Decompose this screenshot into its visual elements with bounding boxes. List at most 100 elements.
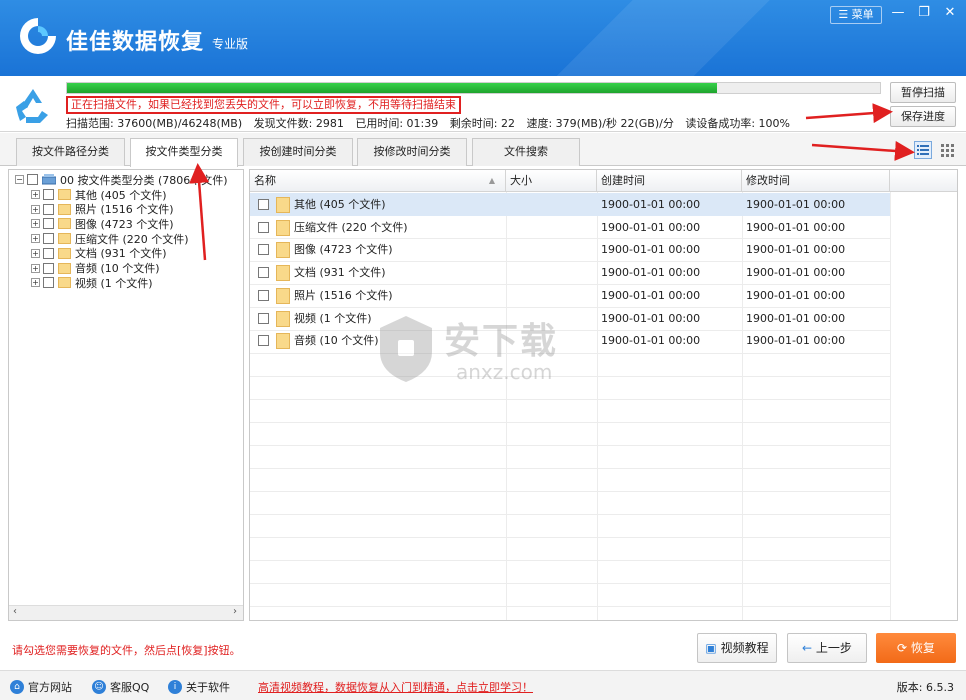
folder-icon — [276, 219, 290, 236]
row-modified: 1900-01-01 00:00 — [746, 311, 846, 325]
row-checkbox[interactable] — [258, 221, 269, 233]
success-rate: 读设备成功率: 100% — [685, 117, 790, 130]
row-divider — [250, 606, 890, 607]
recover-button[interactable]: ⟳ 恢复 — [876, 633, 956, 663]
restore-button[interactable]: ❐ — [914, 5, 934, 20]
save-progress-button[interactable]: 保存进度 — [890, 106, 956, 127]
row-created: 1900-01-01 00:00 — [601, 334, 701, 348]
tree-root-checkbox[interactable] — [27, 174, 38, 185]
tab-by-type[interactable]: 按文件类型分类 — [130, 138, 238, 167]
row-modified: 1900-01-01 00:00 — [746, 334, 846, 348]
table-row[interactable]: 压缩文件 (220 个文件) 1900-01-01 00:00 1900-01-01… — [250, 216, 890, 239]
row-created: 1900-01-01 00:00 — [601, 243, 701, 257]
table-row[interactable]: 照片 (1516 个文件) 1900-01-01 00:00 1900-01-01 … — [250, 284, 890, 307]
scroll-left-arrow[interactable]: ‹ — [13, 606, 17, 617]
watermark-shield-icon — [380, 316, 432, 382]
tree-item[interactable]: + 文档 (931 个文件) — [31, 246, 167, 261]
official-site-link[interactable]: ⌂ 官方网站 — [10, 679, 72, 695]
row-checkbox[interactable] — [258, 244, 269, 256]
video-tutorial-button[interactable]: ▣ 视频教程 — [697, 633, 777, 663]
app-title: 佳佳数据恢复 — [66, 30, 205, 55]
tab-by-path[interactable]: 按文件路径分类 — [16, 138, 125, 166]
tree-horizontal-scrollbar[interactable]: ‹ › — [9, 605, 243, 620]
table-row[interactable]: 其他 (405 个文件) 1900-01-01 00:00 1900-01-01 0… — [250, 193, 890, 216]
column-name[interactable]: 名称 ▲ — [250, 170, 506, 192]
row-divider — [250, 399, 890, 400]
tree-root[interactable]: − 00 按文件类型分类 (7806个文件) — [15, 172, 228, 187]
tree-item[interactable]: + 压缩文件 (220 个文件) — [31, 231, 189, 246]
back-arrow-icon: ← — [802, 641, 816, 655]
tree-item[interactable]: + 其他 (405 个文件) — [31, 187, 167, 202]
row-modified: 1900-01-01 00:00 — [746, 198, 846, 211]
tree-item[interactable]: + 视频 (1 个文件) — [31, 275, 153, 290]
tree-item-checkbox[interactable] — [43, 277, 54, 289]
promo-link[interactable]: 高清视频教程，数据恢复从入门到精通，点击立即学习！ — [258, 679, 533, 695]
support-qq-link[interactable]: ☺ 客服QQ — [92, 679, 149, 695]
table-row[interactable]: 图像 (4723 个文件) 1900-01-01 00:00 1900-01-01 … — [250, 238, 890, 261]
tree-item-checkbox[interactable] — [43, 233, 54, 245]
row-created: 1900-01-01 00:00 — [601, 266, 701, 280]
folder-icon — [58, 218, 71, 230]
minimize-button[interactable]: — — [888, 5, 908, 20]
table-row[interactable]: 文档 (931 个文件) 1900-01-01 00:00 1900-01-01 0… — [250, 261, 890, 284]
expand-icon[interactable]: + — [31, 248, 40, 258]
video-tutorial-label: 视频教程 — [720, 641, 769, 655]
title-bar: 佳佳数据恢复 专业版 ☰ 菜单 — ❐ ✕ — [0, 0, 966, 76]
video-icon: ▣ — [705, 641, 721, 655]
row-checkbox[interactable] — [258, 312, 269, 324]
tree-item-checkbox[interactable] — [43, 247, 54, 259]
row-checkbox[interactable] — [258, 289, 269, 301]
expand-icon[interactable]: + — [31, 278, 40, 288]
column-size[interactable]: 大小 — [506, 170, 597, 192]
folder-icon — [58, 203, 71, 215]
tree-item-checkbox[interactable] — [43, 189, 54, 200]
folder-icon — [58, 189, 71, 200]
row-divider — [250, 514, 890, 515]
folder-icon — [58, 277, 71, 289]
collapse-icon[interactable]: − — [15, 175, 24, 184]
tree-root-label: 00 按文件类型分类 (7806个文件) — [60, 173, 228, 187]
expand-icon[interactable]: + — [31, 204, 40, 214]
expand-icon[interactable]: + — [31, 234, 40, 244]
expand-icon[interactable]: + — [31, 219, 40, 229]
row-checkbox[interactable] — [258, 335, 269, 347]
folder-icon — [276, 310, 290, 327]
folder-icon — [276, 242, 290, 259]
title-decoration — [496, 0, 876, 76]
close-button[interactable]: ✕ — [940, 5, 960, 20]
list-header: 名称 ▲ 大小 创建时间 修改时间 — [250, 170, 957, 192]
row-divider — [250, 468, 890, 469]
scan-message: 正在扫描文件，如果已经找到您丢失的文件，可以立即恢复，不用等待扫描结束 — [66, 96, 461, 114]
back-button[interactable]: ← 上一步 — [787, 633, 867, 663]
scan-progress-bar — [66, 82, 881, 94]
row-checkbox[interactable] — [258, 267, 269, 279]
row-divider — [250, 537, 890, 538]
column-created[interactable]: 创建时间 — [597, 170, 742, 192]
tree-item[interactable]: + 音频 (10 个文件) — [31, 261, 160, 276]
tab-search[interactable]: 文件搜索 — [472, 138, 580, 166]
app-edition: 专业版 — [212, 37, 249, 51]
column-modified[interactable]: 修改时间 — [742, 170, 890, 192]
grid-view-icon[interactable] — [938, 141, 956, 159]
expand-icon[interactable]: + — [31, 263, 40, 273]
category-tree: − 00 按文件类型分类 (7806个文件) + 其他 (405 个文件) + 照片 … — [8, 169, 244, 621]
tab-by-created[interactable]: 按创建时间分类 — [243, 138, 353, 166]
tree-item-checkbox[interactable] — [43, 262, 54, 274]
tree-item[interactable]: + 图像 (4723 个文件) — [31, 216, 174, 231]
menu-button[interactable]: ☰ 菜单 — [830, 6, 882, 24]
row-name: 照片 (1516 个文件) — [294, 288, 393, 302]
row-created: 1900-01-01 00:00 — [601, 220, 701, 234]
tab-by-modified[interactable]: 按修改时间分类 — [357, 138, 467, 166]
scroll-right-arrow[interactable]: › — [233, 606, 237, 617]
row-checkbox[interactable] — [258, 199, 269, 210]
tree-item-checkbox[interactable] — [43, 218, 54, 230]
tree-item-checkbox[interactable] — [43, 203, 54, 215]
tree-item[interactable]: + 照片 (1516 个文件) — [31, 202, 174, 217]
tree-item-label: 音频 (10 个文件) — [75, 262, 160, 275]
expand-icon[interactable]: + — [31, 190, 40, 199]
pause-scan-button[interactable]: 暂停扫描 — [890, 82, 956, 103]
about-link[interactable]: i 关于软件 — [168, 679, 230, 695]
row-name: 文档 (931 个文件) — [294, 266, 386, 280]
about-label: 关于软件 — [186, 681, 230, 694]
list-view-icon[interactable] — [914, 141, 932, 159]
